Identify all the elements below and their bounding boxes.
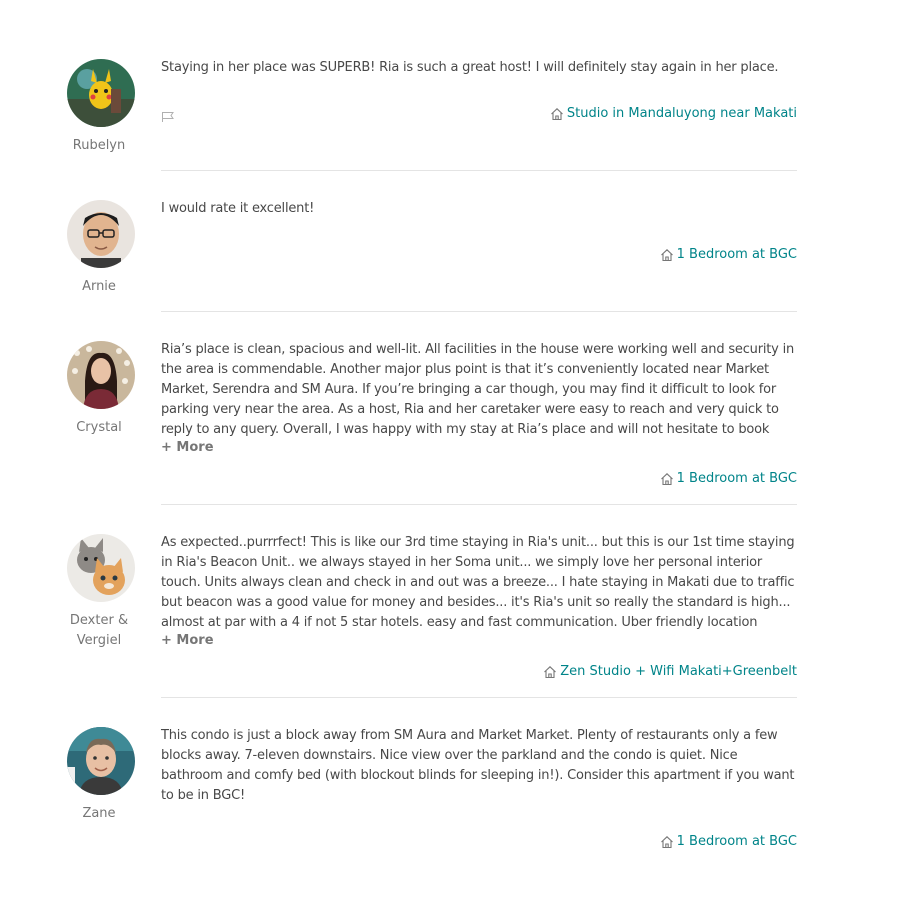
listing-title[interactable]: 1 Bedroom at BGC — [677, 470, 797, 488]
avatar[interactable] — [67, 341, 135, 409]
reviewer-name[interactable]: Dexter & Vergiel — [48, 611, 150, 651]
review-text: This condo is just a block away from SM … — [161, 728, 795, 803]
reviewer-name[interactable]: Rubelyn — [48, 136, 150, 156]
listing-title[interactable]: 1 Bedroom at BGC — [677, 246, 797, 264]
review-text: Staying in her place was SUPERB! Ria is … — [161, 60, 779, 75]
avatar-image — [67, 727, 135, 795]
listing-title[interactable]: Studio in Mandaluyong near Makati — [567, 105, 797, 123]
listing-title[interactable]: Zen Studio + Wifi Makati+Greenbelt — [560, 663, 797, 681]
review-text: Ria’s place is clean, spacious and well-… — [161, 342, 795, 437]
listing-link[interactable]: 1 Bedroom at BGC — [660, 470, 797, 488]
home-icon — [660, 835, 674, 849]
avatar-image — [67, 200, 135, 268]
avatar[interactable] — [67, 200, 135, 268]
listing-title[interactable]: 1 Bedroom at BGC — [677, 833, 797, 851]
home-icon — [550, 107, 564, 121]
avatar[interactable] — [67, 534, 135, 602]
reviewer-name[interactable]: Crystal — [48, 418, 150, 438]
reviewer-name[interactable]: Arnie — [48, 277, 150, 297]
home-icon — [543, 665, 557, 679]
more-link[interactable]: + More — [161, 633, 214, 649]
reviewer-name[interactable]: Zane — [48, 804, 150, 824]
home-icon — [660, 248, 674, 262]
home-icon — [660, 472, 674, 486]
avatar[interactable] — [67, 59, 135, 127]
divider — [161, 697, 797, 698]
divider — [161, 311, 797, 312]
flag-icon[interactable] — [161, 108, 175, 122]
listing-link[interactable]: 1 Bedroom at BGC — [660, 246, 797, 264]
listing-link[interactable]: 1 Bedroom at BGC — [660, 833, 797, 851]
avatar-image — [67, 59, 135, 127]
avatar[interactable] — [67, 727, 135, 795]
more-link[interactable]: + More — [161, 440, 214, 456]
avatar-image — [67, 341, 135, 409]
listing-link[interactable]: Zen Studio + Wifi Makati+Greenbelt — [543, 663, 797, 681]
review-text: As expected..purrrfect! This is like our… — [161, 535, 795, 630]
avatar-image — [67, 534, 135, 602]
listing-link[interactable]: Studio in Mandaluyong near Makati — [550, 105, 797, 123]
divider — [161, 504, 797, 505]
review-text: I would rate it excellent! — [161, 201, 315, 216]
divider — [161, 170, 797, 171]
